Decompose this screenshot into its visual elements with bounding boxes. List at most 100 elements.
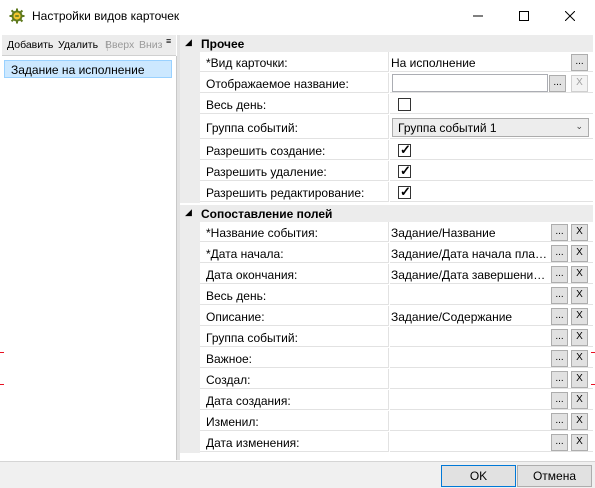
mapping-row: Изменил: ... X [180,411,593,432]
mapping-browse-button[interactable]: ... [551,413,568,430]
maximize-button[interactable] [501,0,547,32]
category-other-label: Прочее [201,37,245,51]
row-allow-create: Разрешить создание: ✓ [180,140,593,161]
checkmark-icon: ✓ [400,163,411,178]
mapping-row: Дата создания: ... X [180,390,593,411]
allow-create-label: Разрешить создание: [200,140,389,160]
mapping-row: *Название события: Задание/Название ... … [180,222,593,243]
row-allow-edit: Разрешить редактирование: ✓ [180,182,593,203]
mapping-row: Важное: ... X [180,348,593,369]
category-mapping-label: Сопоставление полей [201,207,333,221]
card-type-label: *Вид карточки: [200,52,389,72]
row-all-day: Весь день: [180,94,593,115]
property-grid: ◢ Прочее *Вид карточки: На исполнение ..… [180,35,593,460]
display-name-input[interactable] [392,74,548,92]
dialog-footer: OK Отмена [0,461,595,488]
mapping-label: Дата окончания: [200,264,389,284]
mapping-label: Дата изменения: [200,432,389,452]
list-toolbar: Добавить Удалить | Вверх Вниз ≡ [2,35,176,56]
settings-window: Настройки видов карточек Добавить Удалит… [0,0,595,488]
close-button[interactable] [547,0,593,32]
checkmark-icon: ✓ [400,142,411,157]
display-name-label: Отображаемое название: [200,73,389,93]
mapping-label: Дата создания: [200,390,389,410]
mapping-clear-button[interactable]: X [571,266,588,283]
allow-delete-label: Разрешить удаление: [200,161,389,181]
mapping-clear-button[interactable]: X [571,287,588,304]
mapping-label: *Название события: [200,222,389,242]
all-day-checkbox[interactable] [398,98,411,111]
mapping-browse-button[interactable]: ... [551,224,568,241]
delete-button[interactable]: Удалить [58,39,98,51]
event-group-select[interactable]: Группа событий 1 ⌄ [392,118,589,137]
mapping-browse-button[interactable]: ... [551,245,568,262]
close-icon [565,11,575,21]
background-mark [0,384,4,385]
mapping-clear-button[interactable]: X [571,245,588,262]
collapse-arrow-icon[interactable]: ◢ [185,207,192,218]
allow-delete-checkbox[interactable]: ✓ [398,163,411,178]
mapping-row: Описание: Задание/Содержание ... X [180,306,593,327]
mapping-row: Дата изменения: ... X [180,432,593,453]
minimize-button[interactable] [455,0,501,32]
background-mark [591,384,595,385]
background-mark [591,352,595,353]
minimize-icon [473,15,483,17]
collapse-arrow-icon[interactable]: ◢ [185,37,192,48]
mapping-clear-button[interactable]: X [571,413,588,430]
mapping-browse-button[interactable]: ... [551,266,568,283]
mapping-clear-button[interactable]: X [571,371,588,388]
mapping-clear-button[interactable]: X [571,224,588,241]
chevron-down-icon: ⌄ [575,121,583,131]
category-mapping[interactable]: ◢ Сопоставление полей [180,205,593,222]
row-event-group: Группа событий: Группа событий 1 ⌄ [180,115,593,140]
mapping-row: *Дата начала: Задание/Дата начала план..… [180,243,593,264]
mapping-clear-button[interactable]: X [571,434,588,451]
category-other[interactable]: ◢ Прочее [180,35,593,52]
cancel-button[interactable]: Отмена [517,465,592,487]
move-down-button[interactable]: Вниз [139,39,162,51]
mapping-browse-button[interactable]: ... [551,350,568,367]
mapping-label: *Дата начала: [200,243,389,263]
mapping-clear-button[interactable]: X [571,392,588,409]
list-item[interactable]: Задание на исполнение [4,60,172,78]
mapping-browse-button[interactable]: ... [551,371,568,388]
allow-edit-label: Разрешить редактирование: [200,182,389,202]
mapping-label: Важное: [200,348,389,368]
mapping-row: Группа событий: ... X [180,327,593,348]
row-allow-delete: Разрешить удаление: ✓ [180,161,593,182]
mapping-browse-button[interactable]: ... [551,308,568,325]
mapping-label: Группа событий: [200,327,389,347]
mapping-browse-button[interactable]: ... [551,329,568,346]
toolbar-overflow-icon[interactable]: ≡ [166,37,171,46]
display-name-browse-button[interactable]: ... [549,75,566,92]
mapping-clear-button[interactable]: X [571,308,588,325]
mapping-browse-button[interactable]: ... [551,287,568,304]
move-up-button[interactable]: Вверх [105,39,134,51]
app-gear-icon [9,8,25,24]
mapping-clear-button[interactable]: X [571,329,588,346]
mapping-label: Создал: [200,369,389,389]
mapping-row: Дата окончания: Задание/Дата завершения.… [180,264,593,285]
window-title: Настройки видов карточек [32,9,180,23]
display-name-clear-button[interactable]: X [571,75,588,92]
allow-edit-checkbox[interactable]: ✓ [398,184,411,199]
row-card-type: *Вид карточки: На исполнение ... [180,52,593,73]
checkmark-icon: ✓ [400,184,411,199]
mapping-clear-button[interactable]: X [571,350,588,367]
mapping-browse-button[interactable]: ... [551,434,568,451]
title-bar: Настройки видов карточек [0,0,595,32]
mapping-label: Изменил: [200,411,389,431]
mapping-browse-button[interactable]: ... [551,392,568,409]
event-group-value: Группа событий 1 [398,121,497,135]
add-button[interactable]: Добавить [7,39,53,51]
maximize-icon [519,11,529,21]
ok-button[interactable]: OK [441,465,516,487]
card-type-value[interactable]: На исполнение [390,52,593,72]
background-mark [0,352,4,353]
card-type-browse-button[interactable]: ... [571,54,588,71]
mapping-row: Создал: ... X [180,369,593,390]
allow-create-checkbox[interactable]: ✓ [398,142,411,157]
all-day-label: Весь день: [200,94,389,114]
mapping-label: Весь день: [200,285,389,305]
